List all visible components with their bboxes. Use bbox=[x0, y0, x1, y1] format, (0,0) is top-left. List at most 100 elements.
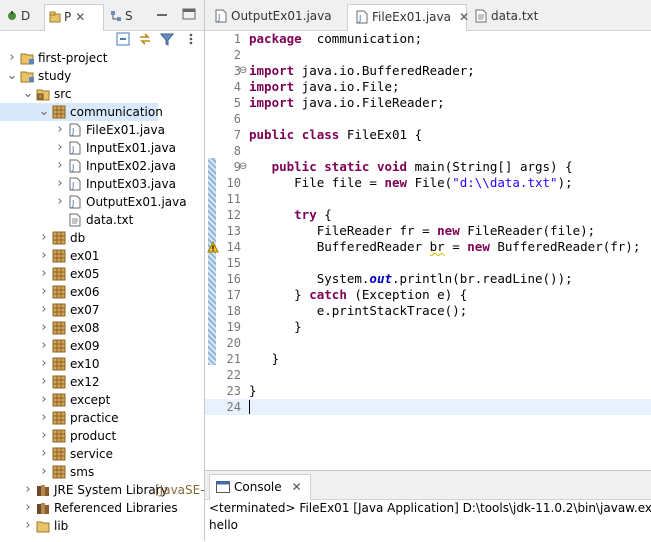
tree-item[interactable]: › product bbox=[0, 427, 204, 445]
code-editor[interactable]: 1 package communication; 2 3 ⊖ import java.io… bbox=[205, 31, 651, 468]
tree-item[interactable]: › service bbox=[0, 445, 204, 463]
code-line[interactable]: 15 bbox=[205, 255, 651, 271]
tree-item[interactable]: › Referenced Libraries bbox=[0, 499, 204, 517]
close-console-icon[interactable]: ✕ bbox=[292, 480, 302, 494]
tree-item[interactable]: › JRE System Library [JavaSE- bbox=[0, 481, 204, 499]
tree-item[interactable]: › ex09 bbox=[0, 337, 204, 355]
code-line[interactable]: 19 } bbox=[205, 319, 651, 335]
chevron-right-icon[interactable]: › bbox=[38, 319, 50, 337]
tree-item[interactable]: › J OutputEx01.java bbox=[0, 193, 204, 211]
chevron-right-icon[interactable]: › bbox=[38, 463, 50, 481]
view-menu-icon[interactable] bbox=[184, 32, 198, 46]
code-line[interactable]: 20 bbox=[205, 335, 651, 351]
chevron-right-icon[interactable]: › bbox=[54, 139, 66, 157]
code-line[interactable]: 5 import java.io.FileReader; bbox=[205, 95, 651, 111]
chevron-right-icon[interactable]: › bbox=[38, 391, 50, 409]
chevron-right-icon[interactable]: › bbox=[38, 229, 50, 247]
code-line[interactable]: 13 FileReader fr = new FileReader(file); bbox=[205, 223, 651, 239]
code-line[interactable]: 9 ⊖ public static void main(String[] args… bbox=[205, 159, 651, 175]
code-line[interactable]: 14 BufferedReader br = new BufferedReade… bbox=[205, 239, 651, 255]
chevron-right-icon[interactable]: › bbox=[38, 409, 50, 427]
chevron-right-icon[interactable]: › bbox=[38, 301, 50, 319]
code-line[interactable]: 7 public class FileEx01 { bbox=[205, 127, 651, 143]
link-with-editor-icon[interactable] bbox=[138, 32, 152, 46]
code-line[interactable]: 16 System.out.println(br.readLine()); bbox=[205, 271, 651, 287]
line-number: 10 bbox=[226, 176, 241, 190]
tree-item[interactable]: › lib bbox=[0, 517, 204, 535]
tree-item[interactable]: › ex08 bbox=[0, 319, 204, 337]
tab-data-txt[interactable]: data.txt bbox=[467, 4, 557, 30]
chevron-right-icon[interactable]: › bbox=[38, 247, 50, 265]
tree-item[interactable]: data.txt bbox=[0, 211, 204, 229]
collapse-all-icon[interactable] bbox=[116, 32, 130, 46]
code-line[interactable]: 24 bbox=[205, 399, 651, 415]
tree-item[interactable]: ⌄ communication bbox=[0, 103, 163, 121]
tree-item[interactable]: › J InputEx03.java bbox=[0, 175, 204, 193]
chevron-right-icon[interactable]: › bbox=[38, 427, 50, 445]
tree-item[interactable]: › J InputEx02.java bbox=[0, 157, 204, 175]
tab-d-label: D bbox=[21, 9, 31, 23]
close-icon[interactable]: ✕ bbox=[75, 10, 85, 24]
tab-s[interactable]: S bbox=[106, 4, 146, 28]
chevron-right-icon[interactable]: › bbox=[6, 49, 18, 67]
code-line[interactable]: 6 bbox=[205, 111, 651, 127]
chevron-right-icon[interactable]: › bbox=[22, 481, 34, 499]
chevron-right-icon[interactable]: › bbox=[38, 337, 50, 355]
code-line[interactable]: 4 import java.io.File; bbox=[205, 79, 651, 95]
code-line[interactable]: 21 } bbox=[205, 351, 651, 367]
chevron-right-icon[interactable]: › bbox=[38, 355, 50, 373]
chevron-right-icon[interactable]: › bbox=[38, 445, 50, 463]
tree-item[interactable]: › J FileEx01.java bbox=[0, 121, 204, 139]
tree-item[interactable]: › first-project bbox=[0, 49, 204, 67]
chevron-right-icon[interactable]: › bbox=[54, 193, 66, 211]
fold-toggle-icon[interactable]: ⊖ bbox=[239, 63, 247, 79]
minimize-icon[interactable] bbox=[156, 9, 168, 21]
code-line[interactable]: 11 bbox=[205, 191, 651, 207]
code-line[interactable]: 10 File file = new File("d:\\data.txt"); bbox=[205, 175, 651, 191]
library-icon bbox=[37, 485, 49, 496]
tab-fileex01[interactable]: J FileEx01.java ✕ bbox=[347, 4, 469, 31]
tree-item[interactable]: › sms bbox=[0, 463, 204, 481]
tree-item[interactable]: › ex07 bbox=[0, 301, 204, 319]
tree-item[interactable]: › ex10 bbox=[0, 355, 204, 373]
tree-item[interactable]: › except bbox=[0, 391, 204, 409]
tab-package-explorer[interactable]: P ✕ bbox=[44, 4, 104, 31]
tree-item[interactable]: › practice bbox=[0, 409, 204, 427]
tree-item[interactable]: › ex06 bbox=[0, 283, 204, 301]
chevron-right-icon[interactable]: › bbox=[38, 265, 50, 283]
code-line[interactable]: 18 e.printStackTrace(); bbox=[205, 303, 651, 319]
chevron-down-icon[interactable]: ⌄ bbox=[6, 67, 18, 85]
code-line[interactable]: 1 package communication; bbox=[205, 31, 651, 47]
tab-console[interactable]: Console ✕ bbox=[209, 474, 311, 500]
tree-item[interactable]: ⌄ src bbox=[0, 85, 204, 103]
warning-icon[interactable] bbox=[207, 241, 219, 253]
tree-item[interactable]: › ex12 bbox=[0, 373, 204, 391]
chevron-right-icon[interactable]: › bbox=[22, 499, 34, 517]
code-line[interactable]: 12 try { bbox=[205, 207, 651, 223]
tree-item[interactable]: › db bbox=[0, 229, 204, 247]
chevron-right-icon[interactable]: › bbox=[38, 283, 50, 301]
tree-item[interactable]: › ex01 bbox=[0, 247, 204, 265]
tab-outputex01[interactable]: J OutputEx01.java bbox=[207, 4, 343, 30]
fold-toggle-icon[interactable]: ⊖ bbox=[239, 159, 247, 175]
chevron-right-icon[interactable]: › bbox=[54, 121, 66, 139]
filter-icon[interactable] bbox=[160, 32, 174, 46]
tree-item[interactable]: › ex05 bbox=[0, 265, 204, 283]
console-output[interactable]: hello bbox=[209, 518, 238, 532]
tab-d[interactable]: D bbox=[2, 4, 42, 28]
chevron-right-icon[interactable]: › bbox=[54, 157, 66, 175]
tree-item[interactable]: › J InputEx01.java bbox=[0, 139, 204, 157]
code-line[interactable]: 2 bbox=[205, 47, 651, 63]
code-line[interactable]: 8 bbox=[205, 143, 651, 159]
code-line[interactable]: 23} bbox=[205, 383, 651, 399]
code-line[interactable]: 3 ⊖ import java.io.BufferedReader; bbox=[205, 63, 651, 79]
chevron-right-icon[interactable]: › bbox=[54, 175, 66, 193]
chevron-right-icon[interactable]: › bbox=[22, 517, 34, 535]
tree-item[interactable]: ⌄ study bbox=[0, 67, 204, 85]
code-line[interactable]: 17 } catch (Exception e) { bbox=[205, 287, 651, 303]
chevron-down-icon[interactable]: ⌄ bbox=[22, 85, 34, 103]
chevron-right-icon[interactable]: › bbox=[38, 373, 50, 391]
code-line[interactable]: 22 bbox=[205, 367, 651, 383]
maximize-icon[interactable] bbox=[182, 8, 196, 20]
chevron-down-icon[interactable]: ⌄ bbox=[38, 103, 50, 121]
